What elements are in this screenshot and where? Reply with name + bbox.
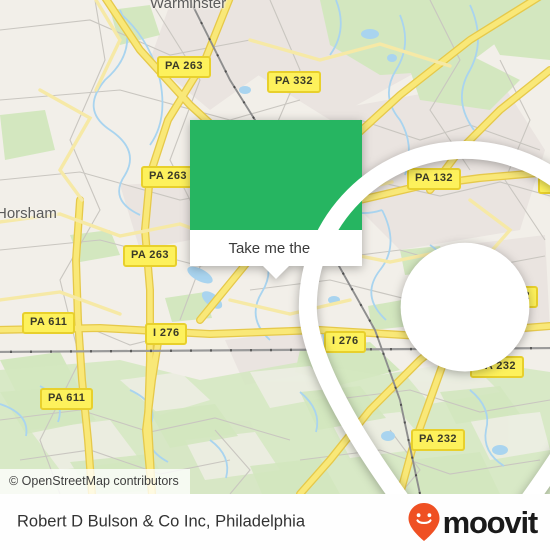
road-shield-pa611-north[interactable]: PA 611 <box>22 312 76 334</box>
osm-attribution[interactable]: © OpenStreetMap contributors <box>0 469 190 494</box>
place-label-horsham: Horsham <box>0 205 57 222</box>
moovit-logo[interactable]: moovit <box>407 502 539 542</box>
road-shield-pa611-south[interactable]: PA 611 <box>40 388 94 410</box>
map-page: Warminster Horsham PA 263 PA 332 PA 263 … <box>0 0 550 550</box>
map-canvas[interactable]: Warminster Horsham PA 263 PA 332 PA 263 … <box>0 0 550 494</box>
road-shield-i276-west[interactable]: I 276 <box>145 323 188 345</box>
map-pin-icon <box>298 140 550 494</box>
page-title: Robert D Bulson & Co Inc, Philadelphia <box>17 512 305 531</box>
road-shield-pa263-mid[interactable]: PA 263 <box>141 166 195 188</box>
footer-bar: Robert D Bulson & Co Inc, Philadelphia m… <box>0 494 550 550</box>
moovit-wordmark: moovit <box>442 504 539 540</box>
callout-pin-area <box>190 120 550 494</box>
road-shield-pa263-north[interactable]: PA 263 <box>157 56 211 78</box>
moovit-pin-smiley-icon <box>408 503 440 541</box>
location-callout-card[interactable]: Take me there <box>190 120 550 494</box>
road-shield-pa332[interactable]: PA 332 <box>267 71 321 93</box>
place-label-warminster: Warminster <box>150 0 227 12</box>
road-shield-pa263-south[interactable]: PA 263 <box>123 245 177 267</box>
